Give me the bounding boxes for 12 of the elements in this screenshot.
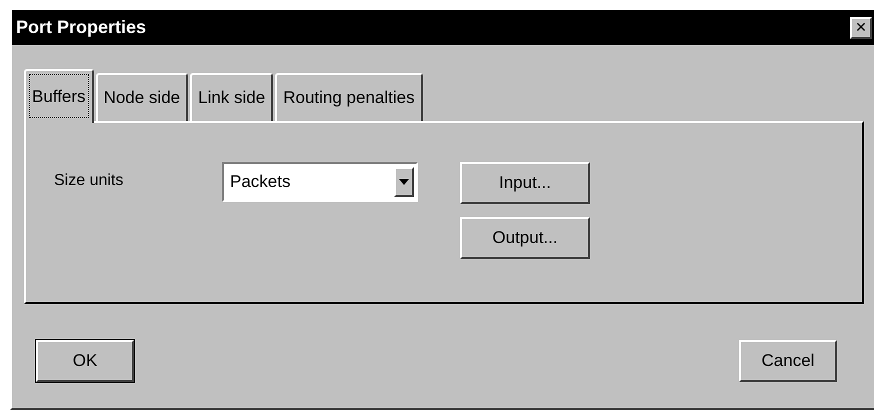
tab[interactable]: Buffers — [24, 69, 94, 123]
tab[interactable]: Node side — [96, 73, 188, 121]
window-title: Port Properties — [16, 17, 146, 38]
dialog-button[interactable]: Input... — [460, 162, 590, 204]
cancel-button[interactable]: Cancel — [739, 340, 837, 382]
tab[interactable]: Link side — [190, 73, 274, 121]
ok-button[interactable]: OK — [36, 340, 134, 382]
field-label: Size units — [54, 171, 124, 190]
tab[interactable]: Routing penalties — [275, 73, 423, 121]
close-button[interactable]: ✕ — [850, 16, 872, 38]
dialog-button[interactable]: Output... — [460, 217, 590, 259]
dropdown-field[interactable]: Packets — [222, 162, 418, 202]
